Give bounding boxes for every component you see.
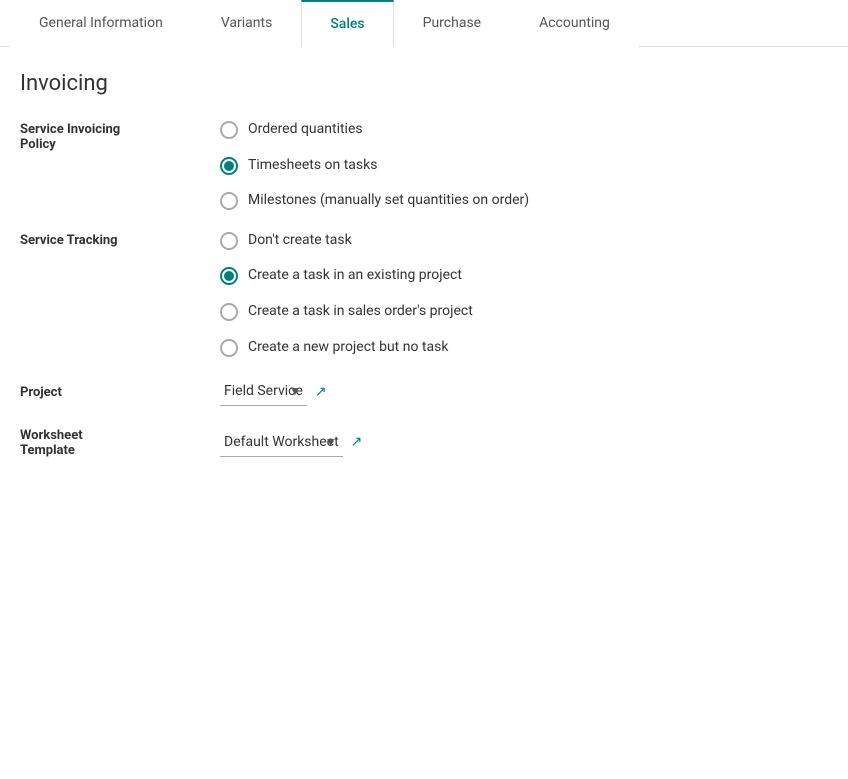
section-title-invoicing: Invoicing xyxy=(20,71,828,96)
radio-milestones[interactable]: Milestones (manually set quantities on o… xyxy=(220,191,828,211)
worksheet-template-dropdown-arrow[interactable]: ▼ xyxy=(325,435,337,449)
radio-btn-milestones[interactable] xyxy=(220,192,238,210)
radio-ordered-quantities[interactable]: Ordered quantities xyxy=(220,120,828,140)
worksheet-template-select-container[interactable]: Default Worksheet ▼ xyxy=(220,428,343,457)
worksheet-template-select-row: Default Worksheet ▼ ↗ xyxy=(220,428,362,457)
tab-general-information[interactable]: General Information xyxy=(10,0,192,47)
radio-dont-create-task[interactable]: Don't create task xyxy=(220,231,828,251)
project-select-container[interactable]: Field Service ▼ xyxy=(220,377,307,406)
project-label: Project xyxy=(20,383,220,400)
worksheet-template-group: Worksheet Template Default Worksheet ▼ ↗ xyxy=(20,426,828,458)
tab-variants[interactable]: Variants xyxy=(192,0,302,47)
radio-timesheets-on-tasks[interactable]: Timesheets on tasks xyxy=(220,156,828,176)
radio-new-project-no-task[interactable]: Create a new project but no task xyxy=(220,338,828,358)
tabs-bar: General Information Variants Sales Purch… xyxy=(0,0,848,47)
project-external-link-icon[interactable]: ↗ xyxy=(315,384,327,400)
project-group: Project Field Service ▼ ↗ xyxy=(20,377,828,406)
service-tracking-label: Service Tracking xyxy=(20,231,220,248)
radio-btn-sales-order-project[interactable] xyxy=(220,303,238,321)
project-select-row: Field Service ▼ ↗ xyxy=(220,377,327,406)
radio-btn-no-task[interactable] xyxy=(220,232,238,250)
tab-sales[interactable]: Sales xyxy=(301,0,393,47)
service-tracking-group: Service Tracking Don't create task Creat… xyxy=(20,231,828,357)
radio-btn-ordered[interactable] xyxy=(220,121,238,139)
service-invoicing-policy-group: Service Invoicing Policy Ordered quantit… xyxy=(20,120,828,211)
service-invoicing-policy-label: Service Invoicing Policy xyxy=(20,120,220,152)
radio-btn-new-project[interactable] xyxy=(220,339,238,357)
worksheet-template-external-link-icon[interactable]: ↗ xyxy=(351,434,363,450)
service-tracking-options: Don't create task Create a task in an ex… xyxy=(220,231,828,357)
radio-create-task-existing-project[interactable]: Create a task in an existing project xyxy=(220,266,828,286)
tab-accounting[interactable]: Accounting xyxy=(510,0,639,47)
tab-purchase[interactable]: Purchase xyxy=(394,0,510,47)
radio-btn-timesheets[interactable] xyxy=(220,157,238,175)
radio-create-task-sales-order-project[interactable]: Create a task in sales order's project xyxy=(220,302,828,322)
radio-btn-existing-project[interactable] xyxy=(220,267,238,285)
service-invoicing-policy-options: Ordered quantities Timesheets on tasks M… xyxy=(220,120,828,211)
main-content: Invoicing Service Invoicing Policy Order… xyxy=(0,47,848,502)
project-dropdown-arrow[interactable]: ▼ xyxy=(289,384,301,398)
worksheet-template-label: Worksheet Template xyxy=(20,426,220,458)
